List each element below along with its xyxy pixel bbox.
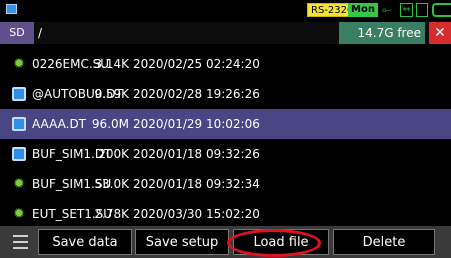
delete-button[interactable]: Delete	[333, 229, 435, 255]
free-space: 14.7G free	[339, 22, 425, 44]
file-datetime: 2020/03/30 15:02:20	[133, 207, 260, 221]
drive-label[interactable]: SD	[0, 22, 34, 44]
file-datetime: 2020/01/18 09:32:26	[133, 147, 260, 161]
battery-icon	[432, 3, 451, 17]
bottom-toolbar: Save data Save setup Load file Delete	[0, 226, 451, 258]
file-row[interactable]: ✹ 0226EMC.SU 3.14K 2020/02/25 02:24:20	[0, 49, 451, 79]
file-name: AAAA.DT	[32, 117, 87, 131]
data-file-icon	[12, 147, 26, 161]
sd-card-icon	[416, 3, 428, 17]
menu-icon[interactable]	[13, 235, 28, 249]
lan-icon: ⇔	[400, 3, 413, 17]
load-file-button[interactable]: Load file	[233, 229, 329, 255]
monitor-badge: Mon	[348, 3, 378, 17]
data-file-icon	[12, 117, 26, 131]
data-file-icon	[12, 87, 26, 101]
file-datetime: 2020/01/18 09:32:34	[133, 177, 260, 191]
file-row[interactable]: @AUTOBU0.DT 9.59K 2020/02/28 19:26:26	[0, 79, 451, 109]
file-datetime: 2020/01/29 10:02:06	[133, 117, 260, 131]
file-size: 200K	[98, 147, 129, 161]
gear-icon: ✹	[13, 206, 25, 222]
file-datetime: 2020/02/28 19:26:26	[133, 87, 260, 101]
path-bar: SD / 14.7G free ✕	[0, 22, 451, 44]
file-size: 3.14K	[94, 57, 129, 71]
gear-icon: ✹	[13, 176, 25, 192]
file-row[interactable]: ✹ EUT_SET1.SU 2.78K 2020/03/30 15:02:20	[0, 199, 451, 229]
save-data-button[interactable]: Save data	[38, 229, 132, 255]
window-icon	[6, 4, 17, 14]
status-bar: RS-232C Mon ⟜ ⇔	[0, 0, 451, 20]
current-path: /	[38, 26, 43, 40]
file-size: 9.59K	[94, 87, 129, 101]
file-row-selected[interactable]: AAAA.DT 96.0M 2020/01/29 10:02:06	[0, 109, 451, 139]
file-row[interactable]: ✹ BUF_SIM1.SU 53.0K 2020/01/18 09:32:34	[0, 169, 451, 199]
gear-icon: ✹	[13, 56, 25, 72]
save-setup-button[interactable]: Save setup	[135, 229, 229, 255]
file-row[interactable]: BUF_SIM1.DT 200K 2020/01/18 09:32:26	[0, 139, 451, 169]
file-size: 2.78K	[94, 207, 129, 221]
usb-icon: ⟜	[382, 3, 391, 16]
file-datetime: 2020/02/25 02:24:20	[133, 57, 260, 71]
file-size: 96.0M	[91, 117, 129, 131]
file-list: ✹ 0226EMC.SU 3.14K 2020/02/25 02:24:20 @…	[0, 49, 451, 229]
file-size: 53.0K	[94, 177, 129, 191]
close-button[interactable]: ✕	[429, 22, 451, 44]
